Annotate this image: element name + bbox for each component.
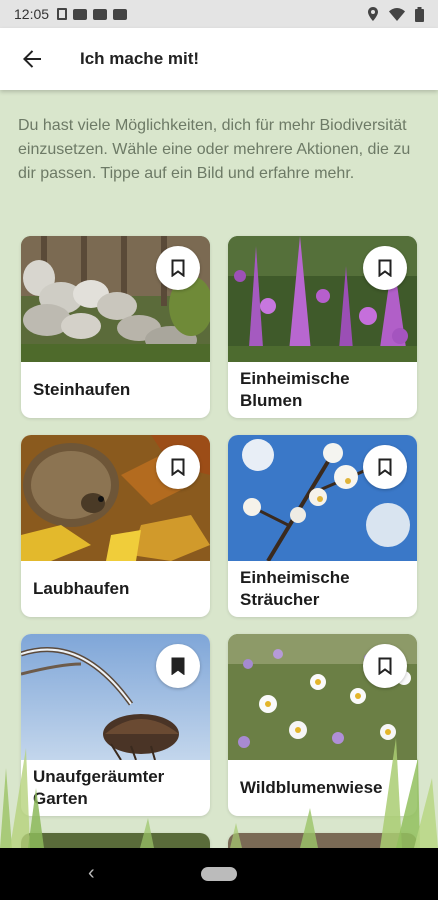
bookmark-button[interactable] xyxy=(363,445,407,489)
bookmark-button[interactable] xyxy=(156,644,200,688)
card-image xyxy=(21,435,210,561)
nav-home-button[interactable] xyxy=(201,867,237,881)
card-label: Einheimische Sträucher xyxy=(240,568,350,609)
action-card-partial[interactable] xyxy=(228,833,417,848)
app-bar: Ich mache mit! xyxy=(0,28,438,90)
youtube-icon xyxy=(93,8,108,20)
card-image xyxy=(228,435,417,561)
nav-back-icon[interactable]: ‹ xyxy=(88,862,95,885)
youtube-icon xyxy=(113,8,128,20)
notification-icon xyxy=(57,8,68,20)
bookmark-filled-icon xyxy=(171,657,185,675)
action-card-wildblumenwiese[interactable]: Wildblumenwiese xyxy=(228,634,417,816)
status-bar: 12:05 xyxy=(0,0,438,28)
action-card-einheimische-straeucher[interactable]: Einheimische Sträucher xyxy=(228,435,417,617)
card-label: Wildblumenwiese xyxy=(240,778,383,797)
card-image xyxy=(21,634,210,760)
system-nav-bar: ‹ xyxy=(0,848,438,900)
bookmark-button[interactable] xyxy=(363,644,407,688)
card-label: Steinhaufen xyxy=(33,380,131,399)
arrow-left-icon xyxy=(23,50,41,68)
main-content: Du hast viele Möglichkeiten, dich für me… xyxy=(0,90,438,848)
card-image xyxy=(228,634,417,760)
card-label: Unaufgeräumter Garten xyxy=(33,767,165,808)
action-card-laubhaufen[interactable]: Laubhaufen xyxy=(21,435,210,617)
card-image xyxy=(21,236,210,362)
bookmark-outline-icon xyxy=(171,458,185,476)
action-card-steinhaufen[interactable]: Steinhaufen xyxy=(21,236,210,418)
card-image xyxy=(228,833,417,848)
bookmark-button[interactable] xyxy=(363,246,407,290)
bookmark-button[interactable] xyxy=(156,246,200,290)
bookmark-outline-icon xyxy=(378,657,392,675)
bookmark-outline-icon xyxy=(378,458,392,476)
card-image xyxy=(21,833,210,848)
news-icon xyxy=(73,8,88,20)
location-icon xyxy=(368,7,378,21)
card-label: Laubhaufen xyxy=(33,579,130,598)
back-button[interactable] xyxy=(0,28,64,90)
page-title: Ich mache mit! xyxy=(80,49,200,68)
card-label: Einheimische Blumen xyxy=(240,369,350,410)
action-card-einheimische-blumen[interactable]: Einheimische Blumen xyxy=(228,236,417,418)
wifi-icon xyxy=(389,7,405,21)
bookmark-outline-icon xyxy=(171,259,185,277)
status-time: 12:05 xyxy=(14,6,50,22)
bookmark-button[interactable] xyxy=(156,445,200,489)
action-card-partial[interactable] xyxy=(21,833,210,848)
bookmark-outline-icon xyxy=(378,259,392,277)
card-image xyxy=(228,236,417,362)
action-card-unaufgeraeumter-garten[interactable]: Unaufgeräumter Garten xyxy=(21,634,210,816)
battery-icon xyxy=(415,6,424,22)
intro-text: Du hast viele Möglichkeiten, dich für me… xyxy=(18,117,411,182)
